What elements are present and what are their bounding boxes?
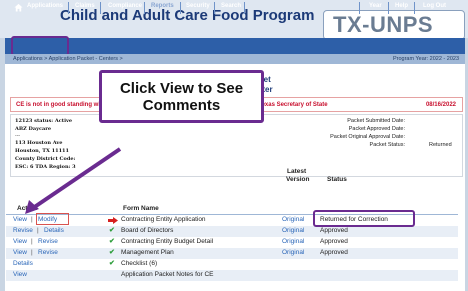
col-latest: Latest <box>287 168 307 175</box>
callout-text: Click View to See Comments <box>102 80 261 114</box>
nav-security[interactable]: Security <box>186 3 210 9</box>
packet-status-value: Returned <box>429 142 452 148</box>
view-link[interactable]: View <box>13 271 27 278</box>
check-icon: ✔ <box>109 249 115 256</box>
nav-log-out[interactable]: Log Out <box>423 3 446 9</box>
program-year: Program Year: 2022 - 2023 <box>392 56 459 62</box>
form-name: Checklist (6) <box>121 260 158 267</box>
status-text: Approved <box>320 249 348 256</box>
revise-link[interactable]: Revise <box>38 238 58 245</box>
nav-divider <box>359 2 360 14</box>
red-arrow-icon <box>108 217 118 224</box>
packet-submitted-label: Packet Submitted Date: <box>347 118 405 124</box>
link-separator: | <box>37 227 39 234</box>
revise-link[interactable]: Revise <box>13 227 33 234</box>
col-version: Version <box>286 176 310 183</box>
revise-link[interactable]: Revise <box>38 249 58 256</box>
details-link[interactable]: Details <box>13 260 33 267</box>
nav-divider <box>414 2 415 14</box>
nav-divider <box>388 2 389 14</box>
check-icon: ✔ <box>109 238 115 245</box>
entity-name: ABZ Daycare <box>15 126 52 132</box>
program-title: Child and Adult Care Food Program <box>60 7 315 24</box>
nav-divider <box>68 2 69 14</box>
breadcrumb[interactable]: Applications > Application Packet - Cent… <box>13 56 123 62</box>
version-link[interactable]: Original <box>282 216 304 223</box>
packet-original-approval-label: Packet Original Approval Date: <box>330 134 405 140</box>
entity-county: County District Code: <box>15 156 76 162</box>
link-separator: | <box>31 249 33 256</box>
form-name: Contracting Entity Budget Detail <box>121 238 214 245</box>
nav-reports[interactable]: Reports <box>151 3 174 9</box>
table-row <box>6 259 458 270</box>
nav-help[interactable]: Help <box>395 3 408 9</box>
nav-claims[interactable]: Claims <box>75 3 95 9</box>
form-name: Management Plan <box>121 249 174 256</box>
status-text: Approved <box>320 238 348 245</box>
entity-city: Houston, TX 11111 <box>15 148 70 154</box>
entity-esc: ESC: 6 TDA Region: 3 <box>15 164 76 170</box>
warning-date: 08/16/2022 <box>425 102 456 108</box>
table-row <box>6 248 458 259</box>
table-row <box>6 237 458 248</box>
nav-search[interactable]: Search <box>221 3 241 9</box>
entity-dashes: --- <box>15 133 21 139</box>
check-icon: ✔ <box>109 227 115 234</box>
entity-street: 113 Houston Ave <box>15 140 63 146</box>
modify-highlight <box>36 213 69 225</box>
col-form-name: Form Name <box>123 205 159 212</box>
nav-divider <box>180 2 181 14</box>
status-highlight <box>313 210 415 227</box>
nav-compliance[interactable]: Compliance <box>108 3 142 9</box>
breadcrumb-bar: Applications > Application Packet - Cent… <box>5 54 465 64</box>
form-name: Application Packet Notes for CE <box>121 271 214 278</box>
packet-approved-label: Packet Approved Date: <box>348 126 405 132</box>
version-link[interactable]: Original <box>282 238 304 245</box>
form-name: Contracting Entity Application <box>121 216 206 223</box>
nav-applications[interactable]: Applications <box>27 3 63 9</box>
packet-status-label: Packet Status: <box>369 142 405 148</box>
details-link[interactable]: Details <box>44 227 64 234</box>
view-link[interactable]: View <box>13 238 27 245</box>
instruction-callout: Click View to See Comments <box>99 70 264 123</box>
applications-highlight <box>11 36 69 56</box>
status-text: Approved <box>320 227 348 234</box>
table-row <box>6 270 458 281</box>
home-icon[interactable] <box>14 3 23 12</box>
callout-line-2: Comments <box>142 97 221 114</box>
nav-divider <box>244 2 245 14</box>
check-icon: ✔ <box>109 260 115 267</box>
tx-unps-logo: TX-UNPS <box>333 12 434 37</box>
col-action: Action <box>17 205 38 212</box>
view-link[interactable]: View <box>13 216 27 223</box>
nav-divider <box>214 2 215 14</box>
link-separator: | <box>31 216 33 223</box>
col-status: Status <box>327 176 347 183</box>
nav-divider <box>100 2 101 14</box>
main-nav <box>5 38 465 54</box>
nav-divider <box>144 2 145 14</box>
entity-status: 12123 status: Active <box>15 118 73 124</box>
view-link[interactable]: View <box>13 249 27 256</box>
form-name: Board of Directors <box>121 227 174 234</box>
version-link[interactable]: Original <box>282 227 304 234</box>
version-link[interactable]: Original <box>282 249 304 256</box>
entity-info-panel: 12123 status: Active ABZ Daycare --- 113… <box>10 114 463 177</box>
callout-line-1: Click View to See <box>119 80 244 97</box>
table-row <box>6 226 458 237</box>
nav-year[interactable]: Year <box>369 3 382 9</box>
link-separator: | <box>31 238 33 245</box>
